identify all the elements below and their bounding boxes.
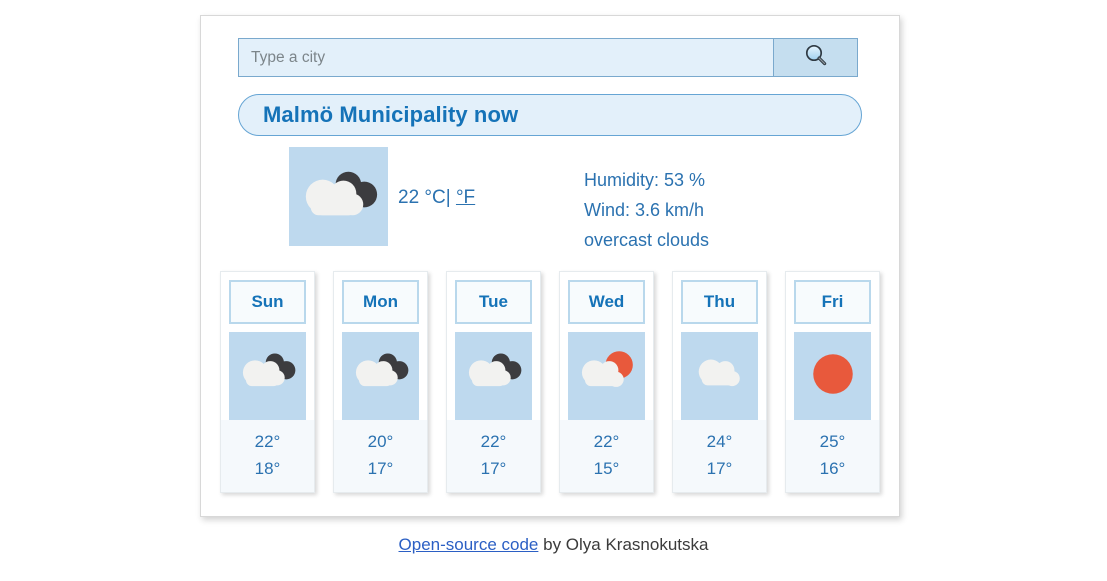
day-label-box: Mon xyxy=(342,280,419,324)
day-high: 22° xyxy=(480,432,507,451)
sun-icon xyxy=(795,339,871,414)
search-icon xyxy=(803,43,829,72)
day-temps: 20° 17° xyxy=(334,420,427,492)
current-details: Humidity: 53 % Wind: 3.6 km/h overcast c… xyxy=(584,165,709,255)
day-high: 22° xyxy=(593,432,620,451)
overcast-clouds-icon xyxy=(230,339,306,414)
day-low: 17° xyxy=(706,459,733,478)
day-icon-box xyxy=(229,332,306,420)
forecast-card-fri[interactable]: Fri 25° 16° xyxy=(785,271,880,493)
overcast-clouds-icon xyxy=(343,339,419,414)
forecast-card-sun[interactable]: Sun 22° 18° xyxy=(220,271,315,493)
forecast-card-wed[interactable]: Wed 22° 15° xyxy=(559,271,654,493)
forecast-card-mon[interactable]: Mon 20° 17° xyxy=(333,271,428,493)
fahrenheit-link[interactable]: °F xyxy=(456,187,475,208)
current-weather-icon-box xyxy=(289,147,388,246)
search-form xyxy=(238,38,858,77)
unit-separator: | xyxy=(445,187,451,208)
day-temps: 22° 18° xyxy=(221,420,314,492)
forecast-row: Sun 22° 18° Mon 20° 17° Tue 22° 17° Wed … xyxy=(220,271,882,493)
open-source-code-link[interactable]: Open-source code xyxy=(399,535,539,554)
cloud-icon xyxy=(682,339,758,414)
humidity-value: Humidity: 53 % xyxy=(584,170,706,190)
day-low: 18° xyxy=(254,459,281,478)
weather-description: overcast clouds xyxy=(584,230,710,250)
sun-behind-cloud-icon xyxy=(569,339,645,414)
day-label-box: Wed xyxy=(568,280,645,324)
wind-value: Wind: 3.6 km/h xyxy=(584,200,705,220)
day-high: 22° xyxy=(254,432,281,451)
overcast-clouds-icon xyxy=(289,171,388,250)
day-label: Wed xyxy=(588,292,625,311)
day-icon-box xyxy=(455,332,532,420)
search-button[interactable] xyxy=(774,38,858,77)
day-label: Fri xyxy=(821,292,844,311)
city-banner: Malmö Municipality now xyxy=(238,94,862,136)
footer: Open-source code by Olya Krasnokutska xyxy=(0,535,1107,555)
day-label-box: Fri xyxy=(794,280,871,324)
overcast-clouds-icon xyxy=(456,339,532,414)
day-icon-box xyxy=(568,332,645,420)
forecast-card-tue[interactable]: Tue 22° 17° xyxy=(446,271,541,493)
day-low: 17° xyxy=(480,459,507,478)
day-low: 17° xyxy=(367,459,394,478)
day-label: Sun xyxy=(251,292,284,311)
day-low: 16° xyxy=(819,459,846,478)
day-temps: 22° 17° xyxy=(447,420,540,492)
temperature-value: 22 °C xyxy=(398,187,446,208)
day-label-box: Sun xyxy=(229,280,306,324)
day-label: Mon xyxy=(363,292,398,311)
day-high: 24° xyxy=(706,432,733,451)
day-low: 15° xyxy=(593,459,620,478)
day-icon-box xyxy=(794,332,871,420)
day-label-box: Tue xyxy=(455,280,532,324)
city-name-heading: Malmö Municipality now xyxy=(263,102,519,127)
forecast-card-thu[interactable]: Thu 24° 17° xyxy=(672,271,767,493)
day-high: 20° xyxy=(367,432,394,451)
weather-app-panel: Malmö Municipality now xyxy=(200,15,900,517)
current-temperature: 22 °C| °F xyxy=(398,187,475,209)
footer-author: by Olya Krasnokutska xyxy=(538,535,709,554)
day-temps: 25° 16° xyxy=(786,420,879,492)
day-label: Thu xyxy=(703,292,736,311)
day-label: Tue xyxy=(479,292,508,311)
day-temps: 24° 17° xyxy=(673,420,766,492)
day-high: 25° xyxy=(819,432,846,451)
day-icon-box xyxy=(342,332,419,420)
search-input[interactable] xyxy=(238,38,774,77)
day-label-box: Thu xyxy=(681,280,758,324)
day-icon-box xyxy=(681,332,758,420)
current-conditions: 22 °C| °F Humidity: 53 % Wind: 3.6 km/h … xyxy=(238,147,862,257)
day-temps: 22° 15° xyxy=(560,420,653,492)
